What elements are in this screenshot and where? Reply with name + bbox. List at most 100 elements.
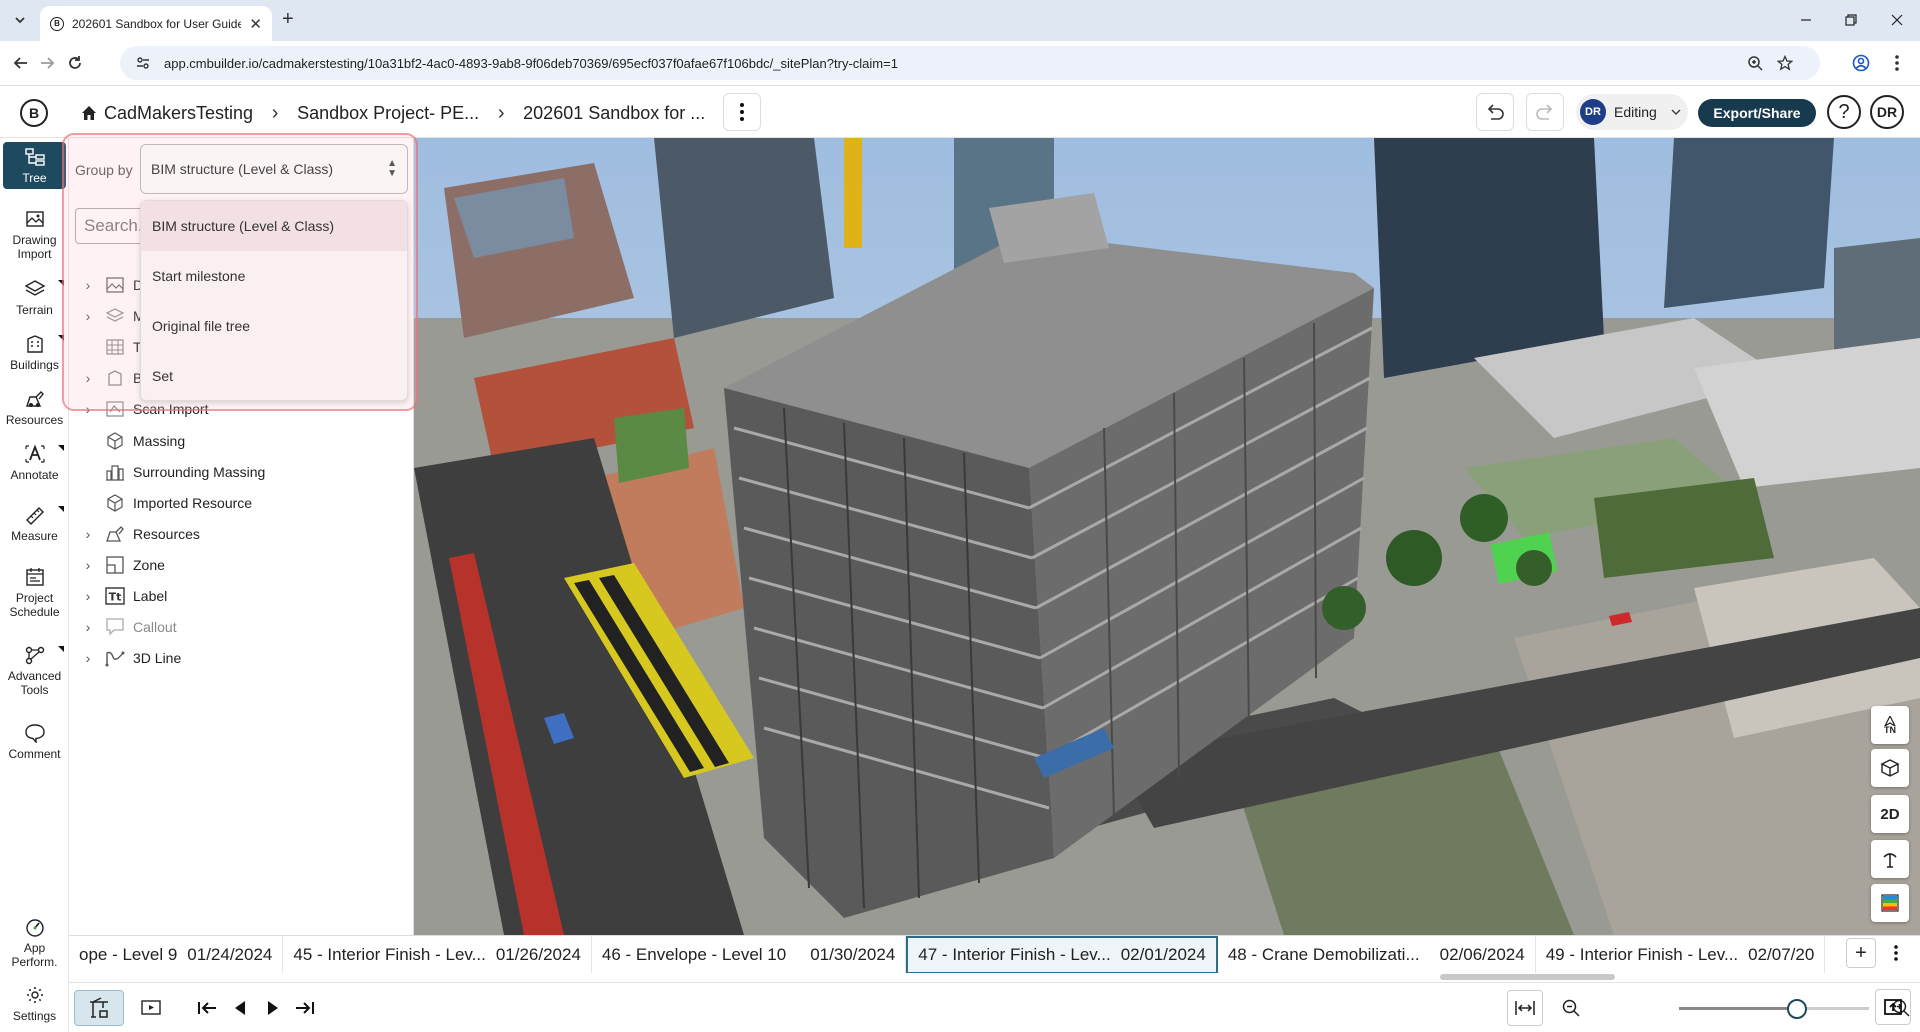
tree-row-label[interactable]: › Tt Label (69, 583, 167, 609)
home-icon[interactable] (80, 104, 98, 122)
minimize-window-button[interactable] (1796, 10, 1816, 30)
chevron-right-icon[interactable]: › (77, 557, 99, 573)
bookmark-star-icon[interactable] (1776, 54, 1794, 72)
undo-button[interactable] (1476, 93, 1514, 131)
tool-drawing-import[interactable]: Drawing Import (3, 208, 66, 261)
restore-window-button[interactable] (1841, 10, 1861, 30)
site-more-button[interactable] (723, 93, 761, 131)
timeline-item-selected[interactable]: 47 - Interior Finish - Lev... 02/01/2024 (906, 936, 1218, 973)
collapse-panel-button[interactable] (1875, 989, 1911, 1025)
submenu-indicator-icon (58, 646, 64, 652)
editing-mode-select[interactable]: DR Editing (1576, 94, 1688, 130)
help-button[interactable]: ? (1827, 95, 1861, 129)
tool-advanced-tools[interactable]: Advanced Tools (3, 644, 66, 697)
svg-text:Tt: Tt (109, 591, 122, 604)
play-forward-button[interactable] (255, 990, 291, 1026)
zoom-icon[interactable] (1746, 54, 1764, 72)
group-by-select[interactable]: BIM structure (Level & Class) ▲ ▼ (140, 144, 408, 194)
timeline-item[interactable]: 45 - Interior Finish - Lev... 01/26/2024 (283, 936, 592, 973)
user-avatar[interactable]: DR (1870, 95, 1904, 129)
chevron-right-icon[interactable]: › (77, 619, 99, 635)
schedule-timeline: ope - Level 9 01/24/2024 45 - Interior F… (69, 935, 1920, 973)
browser-menu-button[interactable] (1886, 52, 1908, 74)
tree-row-resources[interactable]: › Resources (69, 521, 200, 547)
tool-terrain[interactable]: Terrain (3, 278, 66, 317)
resources-icon (103, 524, 127, 544)
dropdown-option-start-milestone[interactable]: Start milestone (141, 251, 407, 301)
tool-label: Project Schedule (9, 591, 60, 619)
tool-tree[interactable]: Tree (3, 142, 66, 189)
layer-colors-button[interactable] (1871, 884, 1909, 922)
zoom-slider-thumb[interactable] (1786, 999, 1807, 1019)
dropdown-option-original-file-tree[interactable]: Original file tree (141, 301, 407, 351)
breadcrumb-project[interactable]: Sandbox Project- PE... (297, 103, 479, 124)
chevron-right-icon[interactable]: › (77, 588, 99, 604)
timeline-item[interactable]: 48 - Crane Demobilizati... 02/06/2024 (1218, 936, 1536, 973)
breadcrumb-site[interactable]: 202601 Sandbox for ... (523, 103, 705, 124)
tree-row-3d-line[interactable]: › 3D Line (69, 645, 181, 671)
tree-row-zone[interactable]: › Zone (69, 552, 165, 578)
zone-icon (103, 555, 127, 575)
tree-row-imported-resource[interactable]: Imported Resource (69, 490, 252, 516)
chevron-right-icon[interactable]: › (77, 650, 99, 666)
skip-to-end-button[interactable] (287, 990, 323, 1026)
tool-annotate[interactable]: Annotate (3, 443, 66, 482)
toggle-2d-button[interactable]: 2D (1871, 795, 1909, 833)
redo-button[interactable] (1526, 93, 1564, 131)
surrounding-massing-icon (103, 462, 127, 482)
presentation-button[interactable] (133, 990, 169, 1026)
tool-project-schedule[interactable]: Project Schedule (3, 566, 66, 619)
tree-row-massing[interactable]: Massing (69, 428, 185, 454)
3d-viewport[interactable] (414, 138, 1920, 935)
north-compass-button[interactable]: TN (1871, 706, 1909, 744)
timeline-item[interactable]: 46 - Envelope - Level 10 01/30/2024 (592, 936, 907, 973)
dropdown-option-bim-structure[interactable]: BIM structure (Level & Class) (141, 201, 407, 251)
skip-to-start-button[interactable] (189, 990, 225, 1026)
chevron-right-icon[interactable]: › (77, 526, 99, 542)
timeline-scrollbar[interactable] (1440, 974, 1615, 980)
browser-address-bar: app.cmbuilder.io/cadmakerstesting/10a31b… (0, 41, 1920, 86)
slideshow-icon (141, 1000, 161, 1015)
export-share-button[interactable]: Export/Share (1698, 99, 1816, 127)
play-backward-button[interactable] (222, 990, 258, 1026)
zoom-out-button[interactable] (1553, 990, 1589, 1026)
close-window-button[interactable] (1887, 10, 1907, 30)
timeline-item[interactable]: 49 - Interior Finish - Lev... 02/07/20 (1536, 936, 1826, 973)
tool-settings[interactable]: Settings (3, 984, 66, 1023)
app-logo[interactable]: B (20, 99, 48, 127)
fit-timeline-button[interactable] (1507, 990, 1543, 1026)
site-view-button[interactable] (74, 990, 124, 1026)
timeline-item[interactable]: ope - Level 9 01/24/2024 (69, 936, 284, 973)
skip-start-icon (198, 1002, 216, 1014)
tool-resources[interactable]: Resources (3, 388, 66, 427)
tab-close-icon[interactable]: ✕ (249, 15, 262, 33)
sun-study-button[interactable] (1871, 840, 1909, 878)
timeline-zoom-slider[interactable] (1679, 999, 1869, 1019)
forward-button[interactable] (36, 52, 58, 74)
breadcrumb-workspace[interactable]: CadMakersTesting (104, 103, 253, 124)
timeline-add-button[interactable]: + (1846, 938, 1876, 968)
timeline-more-button[interactable] (1881, 938, 1911, 968)
submenu-indicator-icon (58, 445, 64, 451)
tool-app-performance[interactable]: App Perform. (3, 916, 66, 969)
view-cube-button[interactable] (1871, 749, 1909, 787)
tab-search-button[interactable] (8, 8, 32, 32)
profile-button[interactable] (1850, 52, 1872, 74)
browser-tab[interactable]: B 202601 Sandbox for User Guide ✕ (40, 6, 272, 41)
editing-label: Editing (1614, 104, 1657, 120)
dropdown-option-set[interactable]: Set (141, 351, 407, 401)
back-button[interactable] (10, 52, 32, 74)
editor-avatar: DR (1580, 99, 1606, 125)
tree-row-callout[interactable]: › Callout (69, 614, 177, 640)
tool-measure[interactable]: Measure (3, 504, 66, 543)
site-info-icon[interactable] (134, 54, 152, 72)
new-tab-button[interactable]: + (282, 8, 294, 31)
kebab-menu-icon (1895, 55, 1899, 71)
tool-comment[interactable]: Comment (3, 722, 66, 761)
tool-buildings[interactable]: Buildings (3, 333, 66, 372)
tree-row-surrounding-massing[interactable]: Surrounding Massing (69, 459, 265, 485)
reload-button[interactable] (64, 52, 86, 74)
url-field[interactable]: app.cmbuilder.io/cadmakerstesting/10a31b… (120, 46, 1820, 80)
callout-icon (103, 617, 127, 637)
imported-resource-icon (103, 493, 127, 513)
